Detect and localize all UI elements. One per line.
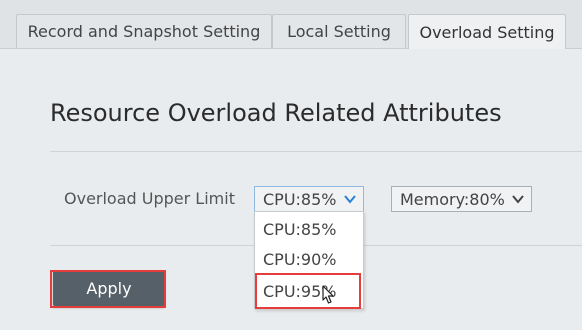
memory-limit-value: Memory:80% bbox=[400, 189, 505, 209]
mouse-cursor-icon bbox=[322, 285, 334, 304]
apply-highlight-box bbox=[50, 270, 166, 308]
tab-local-setting[interactable]: Local Setting bbox=[272, 14, 406, 48]
cpu-option-90[interactable]: CPU:90% bbox=[255, 244, 363, 274]
tab-overload-setting[interactable]: Overload Setting bbox=[408, 14, 566, 49]
overload-upper-limit-label: Overload Upper Limit bbox=[64, 189, 235, 208]
cpu-option-85[interactable]: CPU:85% bbox=[255, 214, 363, 244]
section-title: Resource Overload Related Attributes bbox=[50, 99, 502, 127]
tab-label: Overload Setting bbox=[419, 22, 555, 42]
tab-label: Record and Snapshot Setting bbox=[27, 22, 261, 41]
chevron-down-icon bbox=[512, 195, 524, 204]
memory-limit-select[interactable]: Memory:80% bbox=[391, 186, 532, 212]
overload-settings-panel: Resource Overload Related Attributes Ove… bbox=[0, 49, 582, 330]
cpu-limit-select[interactable]: CPU:85% bbox=[254, 186, 364, 212]
tab-bar: Record and Snapshot Setting Local Settin… bbox=[0, 0, 582, 49]
divider bbox=[50, 151, 582, 152]
cpu-option-highlight-box bbox=[255, 273, 361, 309]
tab-label: Local Setting bbox=[287, 22, 391, 41]
chevron-down-icon bbox=[344, 195, 356, 204]
tab-record-snapshot-setting[interactable]: Record and Snapshot Setting bbox=[16, 14, 272, 48]
cpu-limit-value: CPU:85% bbox=[263, 189, 337, 209]
